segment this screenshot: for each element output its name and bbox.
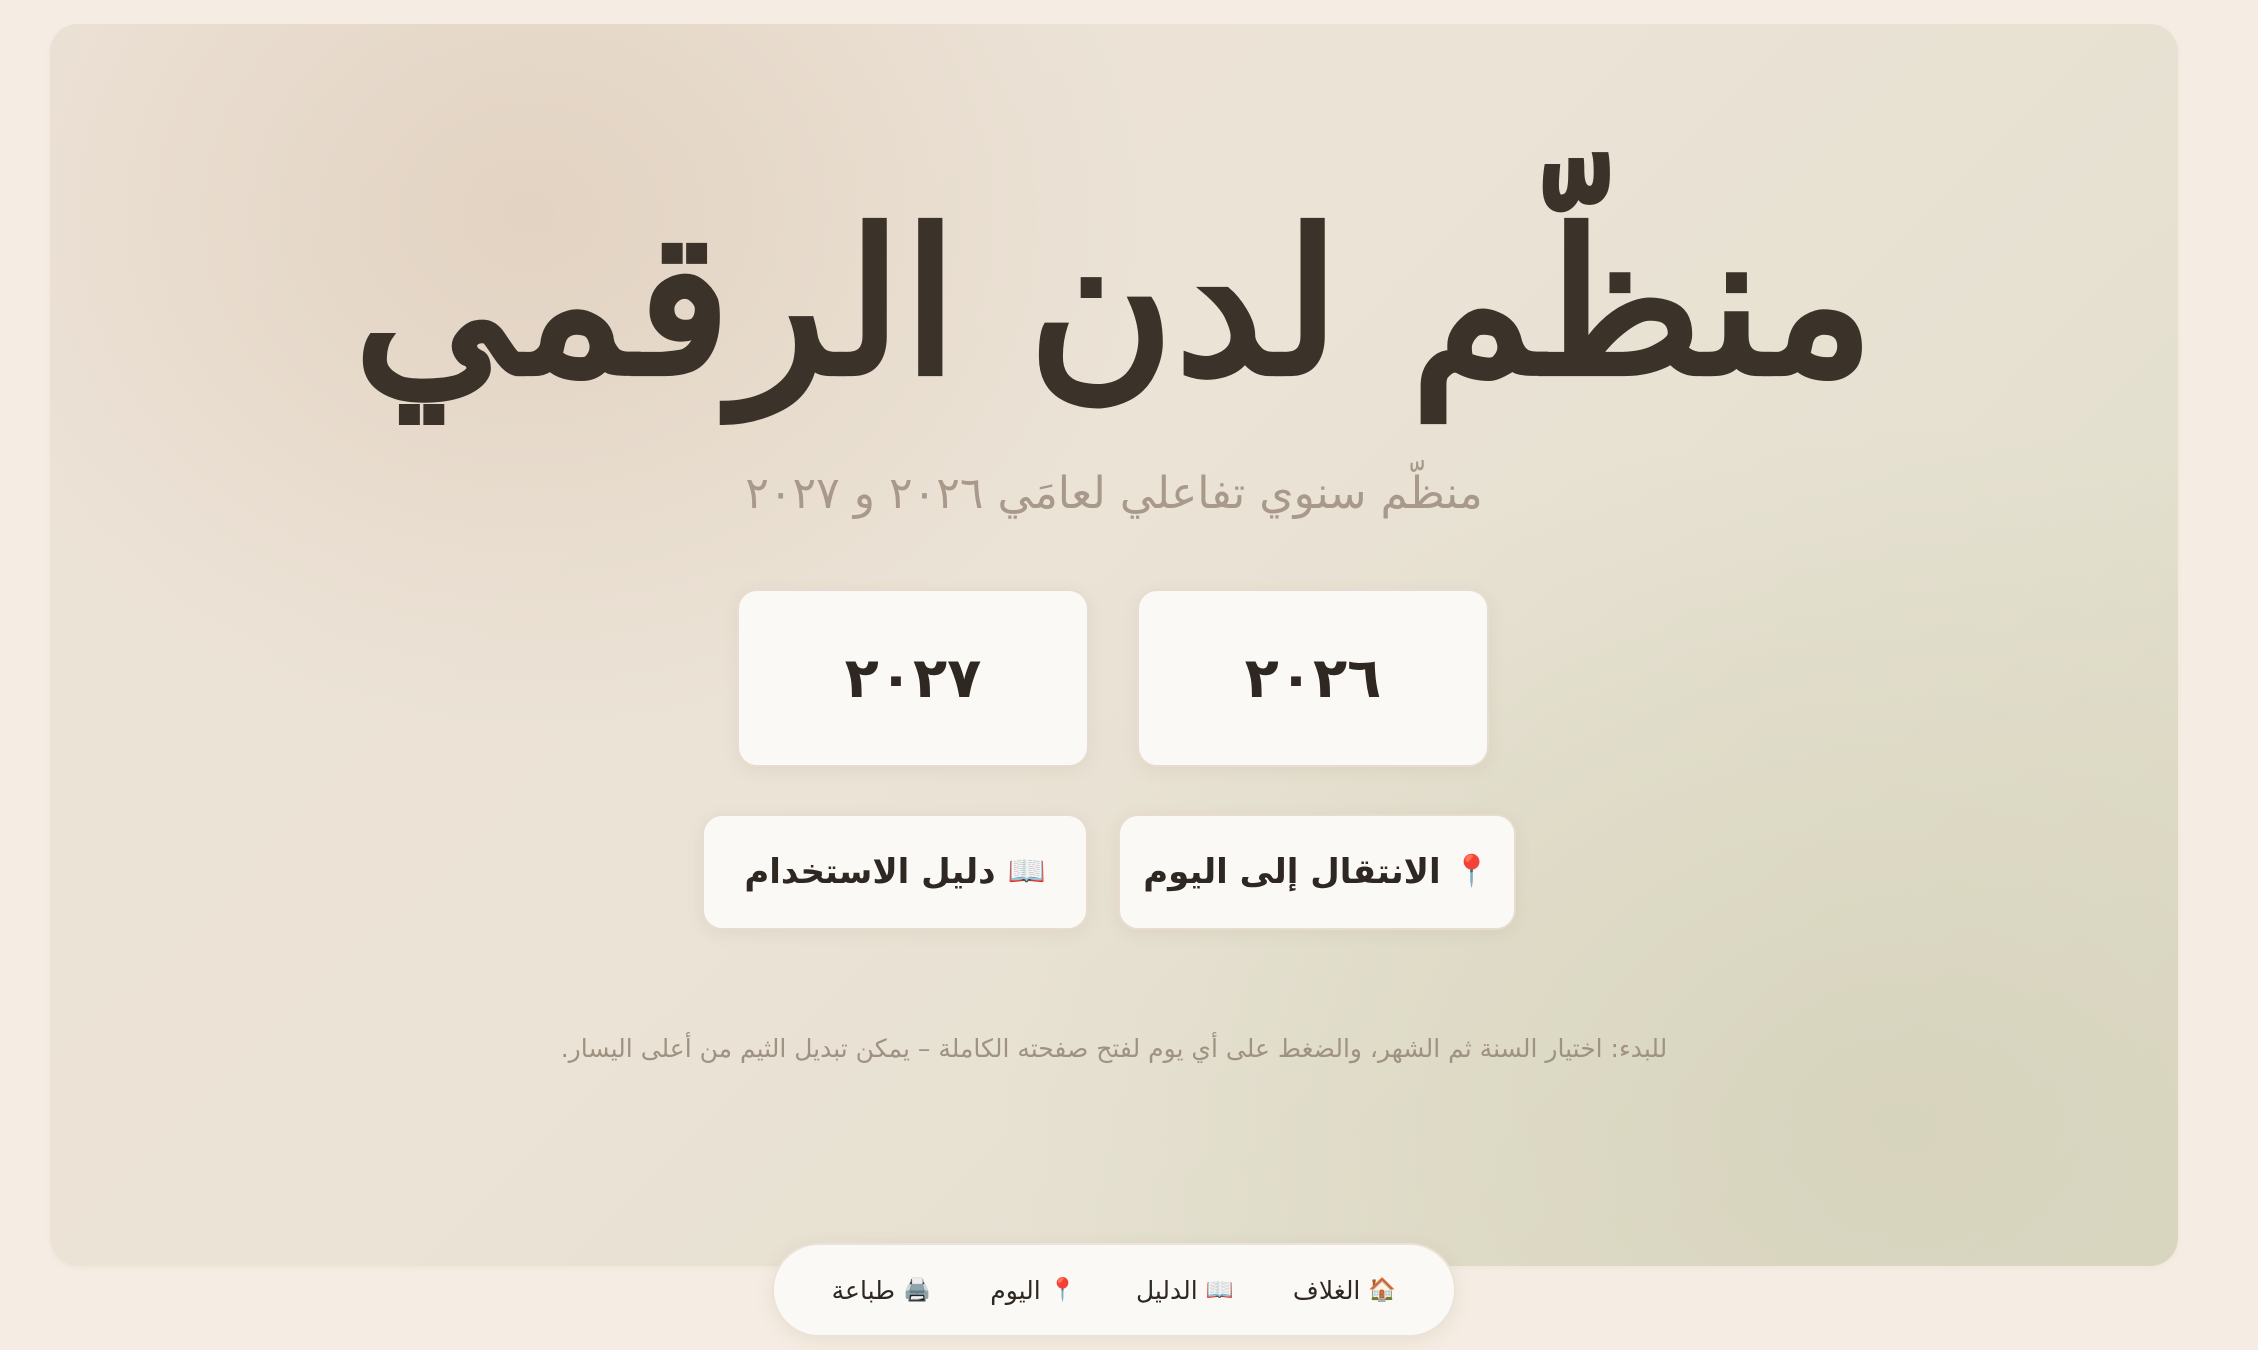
book-icon: 📖 (1007, 853, 1046, 889)
nav-item-today[interactable]: 📍 اليوم (976, 1266, 1091, 1315)
page: منظّم لدن الرقمي منظّم سنوي تفاعلي لعامَ… (0, 0, 2258, 1350)
cover-panel: منظّم لدن الرقمي منظّم سنوي تفاعلي لعامَ… (50, 24, 2178, 1266)
go-to-today-label: الانتقال إلى اليوم (1143, 852, 1441, 892)
page-title: منظّم لدن الرقمي (353, 186, 1875, 421)
user-guide-label: دليل الاستخدام (744, 852, 996, 892)
pin-icon: 📍 (1048, 1276, 1077, 1303)
nav-item-label: الدليل (1135, 1275, 1198, 1305)
book-icon: 📖 (1205, 1276, 1234, 1303)
nav-item-print[interactable]: 🖨️ طباعة (818, 1266, 945, 1315)
nav-item-label: طباعة (831, 1275, 896, 1305)
nav-item-label: الغلاف (1292, 1275, 1361, 1305)
nav-item-cover[interactable]: 🏠 الغلاف (1279, 1266, 1410, 1315)
bottom-nav: 🏠 الغلاف 📖 الدليل 📍 اليوم 🖨️ طباعة (772, 1243, 1456, 1337)
go-to-today-button[interactable]: 📍 الانتقال إلى اليوم (1118, 814, 1516, 930)
pin-icon: 📍 (1452, 853, 1491, 889)
getting-started-hint: للبدء: اختيار السنة ثم الشهر، والضغط على… (560, 1034, 1668, 1063)
user-guide-button[interactable]: 📖 دليل الاستخدام (702, 814, 1088, 930)
nav-item-guide[interactable]: 📖 الدليل (1122, 1266, 1248, 1315)
house-icon: 🏠 (1368, 1276, 1397, 1303)
year-2026-button[interactable]: ٢٠٢٦ (1137, 589, 1489, 767)
year-2027-button[interactable]: ٢٠٢٧ (737, 589, 1089, 767)
nav-item-label: اليوم (990, 1275, 1041, 1305)
printer-icon: 🖨️ (903, 1276, 932, 1303)
page-subtitle: منظّم سنوي تفاعلي لعامَي ٢٠٢٦ و ٢٠٢٧ (745, 468, 1483, 519)
